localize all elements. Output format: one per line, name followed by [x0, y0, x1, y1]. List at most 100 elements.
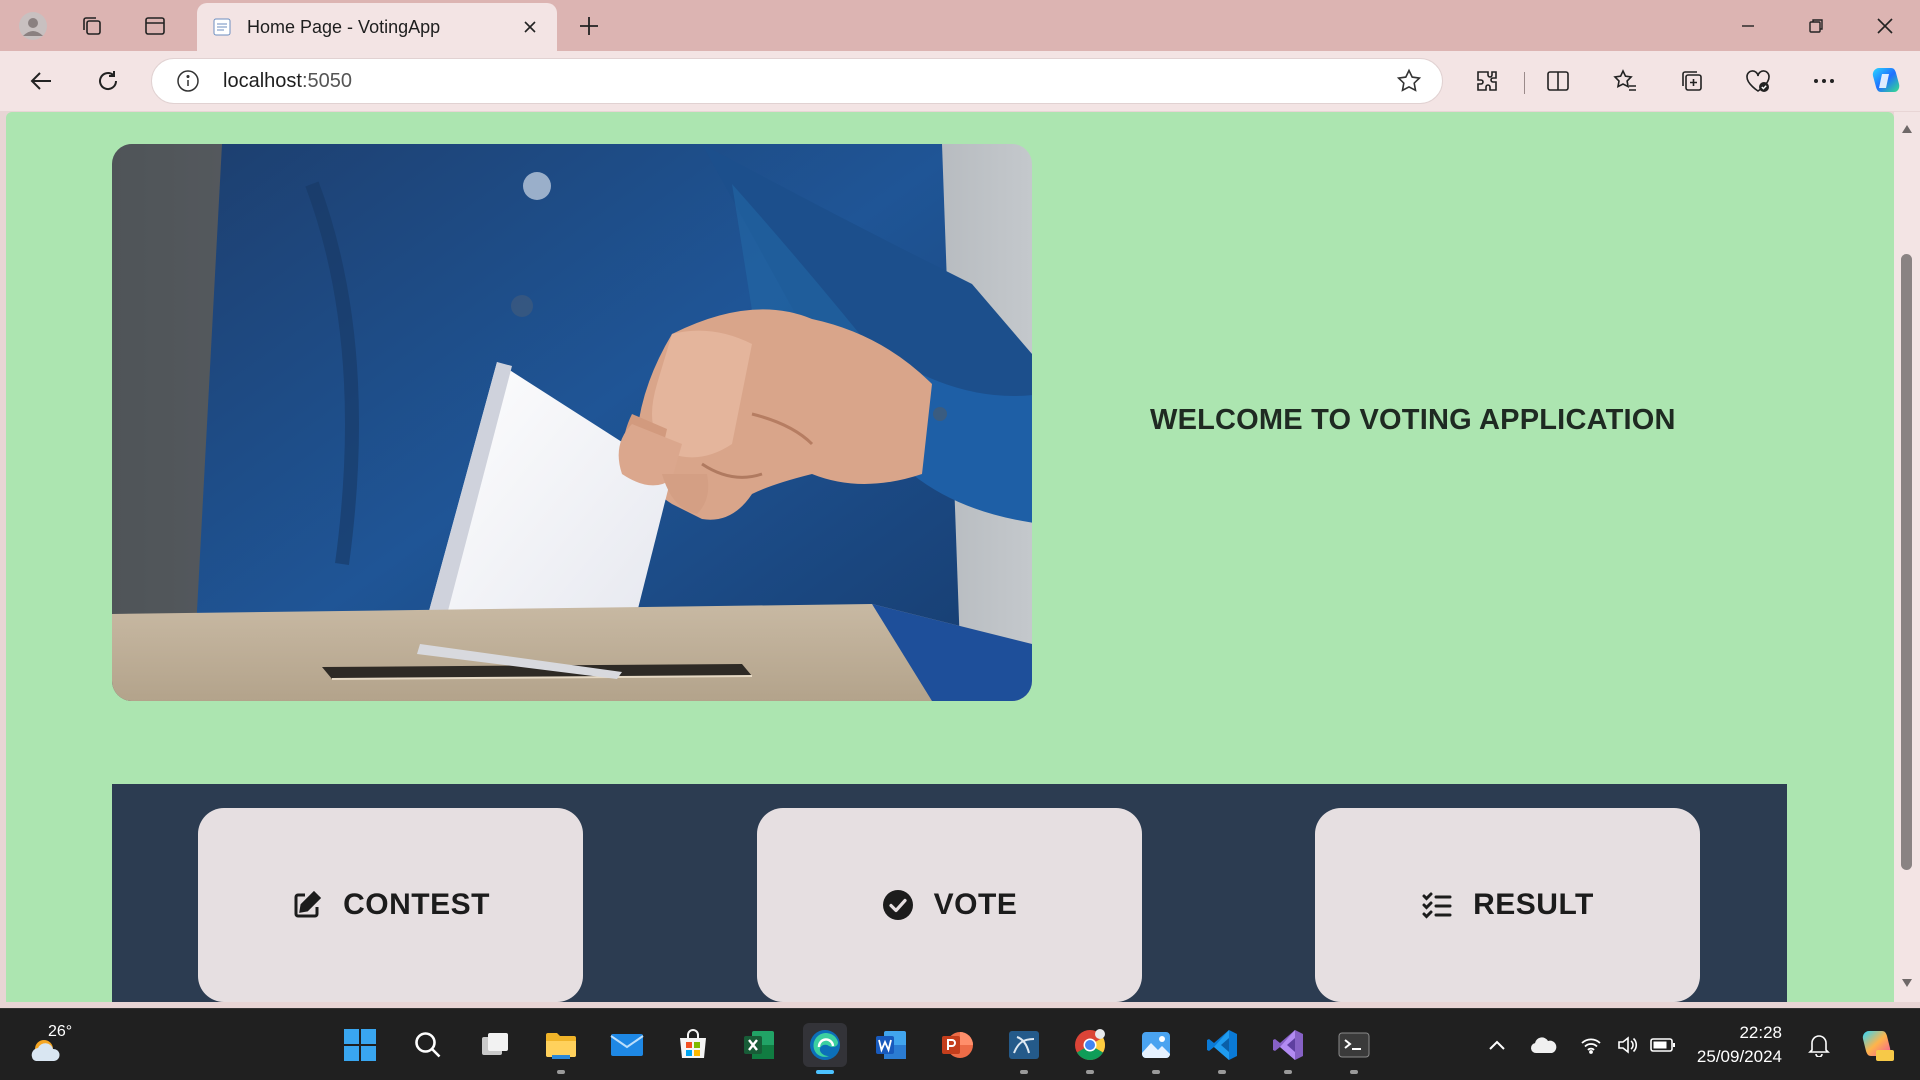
running-indicator	[1020, 1070, 1028, 1074]
file-explorer-button[interactable]	[539, 1023, 583, 1074]
word-icon	[876, 1031, 906, 1059]
close-window-button[interactable]	[1862, 8, 1908, 44]
terminal-button[interactable]	[1332, 1023, 1376, 1074]
favorites-icon[interactable]	[1607, 63, 1643, 99]
volume-icon[interactable]	[1613, 1031, 1641, 1059]
result-label: RESULT	[1473, 888, 1594, 921]
page-favicon-icon	[211, 16, 233, 38]
weather-temp: 26°	[48, 1023, 73, 1040]
running-indicator	[1218, 1070, 1226, 1074]
show-hidden-icons-chevron-up-icon[interactable]	[1483, 1031, 1511, 1059]
site-info-icon[interactable]	[175, 68, 201, 94]
mail-button[interactable]	[605, 1023, 649, 1067]
system-clock[interactable]: 22:28 25/09/2024	[1690, 1021, 1782, 1069]
word-button[interactable]	[869, 1023, 913, 1067]
wifi-icon[interactable]	[1577, 1031, 1605, 1059]
search-button[interactable]	[406, 1023, 450, 1067]
edge-button[interactable]	[803, 1023, 847, 1074]
edit-icon	[291, 889, 323, 921]
new-tab-button[interactable]	[572, 9, 606, 43]
tab-close-icon[interactable]	[517, 14, 543, 40]
mysql-workbench-icon	[1009, 1031, 1039, 1059]
mail-icon	[610, 1034, 644, 1056]
ballot-box-hand-image	[112, 144, 1032, 701]
page-scrollbar[interactable]	[1894, 112, 1920, 1002]
vscode-button[interactable]	[1200, 1023, 1244, 1074]
photos-button[interactable]	[1134, 1023, 1178, 1074]
excel-icon	[744, 1031, 774, 1059]
url-port: :5050	[301, 69, 352, 92]
tab-title: Home Page - VotingApp	[247, 16, 441, 37]
windows-logo-icon	[344, 1029, 376, 1061]
scrollbar-thumb[interactable]	[1901, 254, 1912, 870]
toolbar-separator	[1524, 72, 1525, 94]
clock-date: 25/09/2024	[1696, 1047, 1782, 1066]
collections-icon[interactable]	[1674, 63, 1710, 99]
vertical-tabs-icon[interactable]	[139, 10, 171, 42]
url-text[interactable]: localhost:5050	[223, 70, 1394, 93]
contest-label: CONTEST	[343, 888, 490, 921]
excel-button[interactable]	[737, 1023, 781, 1067]
running-indicator	[557, 1070, 565, 1074]
store-icon	[680, 1029, 706, 1058]
mysql-workbench-button[interactable]	[1002, 1023, 1046, 1074]
page-viewport: WELCOME TO VOTING APPLICATION CONTEST VO…	[6, 112, 1894, 1002]
running-indicator	[1152, 1070, 1160, 1074]
list-check-icon	[1421, 889, 1453, 921]
visual-studio-button[interactable]	[1266, 1023, 1310, 1074]
vote-button[interactable]: VOTE	[757, 808, 1142, 1002]
store-button[interactable]	[671, 1023, 715, 1067]
browser-essentials-icon[interactable]	[1740, 63, 1776, 99]
profile-avatar-icon[interactable]	[17, 10, 49, 42]
scroll-down-arrow-icon[interactable]	[1900, 976, 1914, 990]
tab-home-page[interactable]: Home Page - VotingApp	[197, 3, 557, 51]
visual-studio-icon	[1273, 1030, 1303, 1060]
restore-button[interactable]	[1793, 8, 1839, 44]
browser-toolbar: localhost:5050	[0, 51, 1920, 111]
favorite-star-icon[interactable]	[1394, 66, 1424, 96]
terminal-icon	[1338, 1032, 1370, 1058]
actions-panel: CONTEST VOTE RESULT	[112, 784, 1787, 1002]
edge-icon	[810, 1030, 840, 1060]
powerpoint-button[interactable]	[935, 1023, 979, 1067]
refresh-button[interactable]	[90, 63, 126, 99]
scroll-up-arrow-icon[interactable]	[1900, 122, 1914, 136]
search-icon	[415, 1032, 441, 1058]
onedrive-cloud-icon[interactable]	[1530, 1031, 1558, 1059]
minimize-button[interactable]	[1725, 8, 1771, 44]
more-options-icon[interactable]	[1806, 63, 1842, 99]
folder-icon	[546, 1033, 576, 1059]
copilot-preview-icon[interactable]	[1857, 1025, 1897, 1065]
windows-taskbar: 26° 22:28 25/09/2024	[0, 1008, 1920, 1080]
browser-titlebar: Home Page - VotingApp	[0, 0, 1920, 51]
url-host: localhost	[223, 69, 302, 92]
split-screen-icon[interactable]	[1540, 63, 1576, 99]
workspaces-icon[interactable]	[76, 10, 108, 42]
contest-button[interactable]: CONTEST	[198, 808, 583, 1002]
check-circle-icon	[882, 889, 914, 921]
task-view-button[interactable]	[473, 1023, 517, 1067]
running-indicator	[816, 1070, 834, 1074]
running-indicator	[1284, 1070, 1292, 1074]
chrome-icon	[1075, 1029, 1105, 1060]
result-button[interactable]: RESULT	[1315, 808, 1700, 1002]
photos-icon	[1142, 1032, 1170, 1058]
battery-icon[interactable]	[1649, 1031, 1677, 1059]
running-indicator	[1350, 1070, 1358, 1074]
vscode-icon	[1207, 1030, 1237, 1060]
weather-widget[interactable]: 26°	[26, 1023, 86, 1067]
vote-label: VOTE	[933, 888, 1018, 921]
task-view-icon	[482, 1033, 508, 1055]
address-bar[interactable]: localhost:5050	[151, 58, 1443, 104]
chrome-button[interactable]	[1068, 1023, 1112, 1074]
welcome-heading: WELCOME TO VOTING APPLICATION	[1150, 404, 1676, 436]
copilot-icon[interactable]	[1868, 63, 1904, 99]
running-indicator	[1086, 1070, 1094, 1074]
notifications-bell-icon[interactable]	[1805, 1031, 1833, 1059]
back-button[interactable]	[24, 63, 60, 99]
powerpoint-icon	[942, 1032, 973, 1058]
start-button[interactable]	[338, 1023, 382, 1067]
extensions-icon[interactable]	[1469, 63, 1505, 99]
clock-time: 22:28	[1739, 1023, 1782, 1042]
hero-image	[112, 144, 1032, 701]
